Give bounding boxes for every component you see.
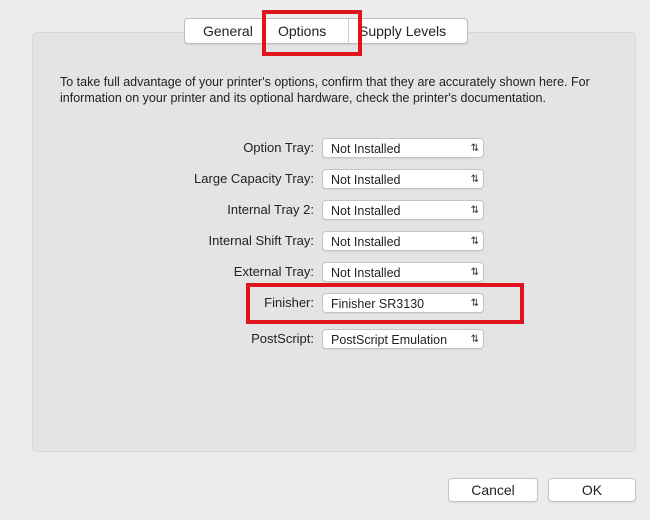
tab-supply-levels[interactable]: Supply Levels: [349, 19, 467, 43]
up-down-chevron-icon: ⇅: [470, 267, 479, 278]
large-capacity-tray-value: Not Installed: [331, 173, 401, 187]
cancel-button[interactable]: Cancel: [448, 478, 538, 502]
large-capacity-tray-label: Large Capacity Tray:: [194, 171, 314, 186]
up-down-chevron-icon: ⇅: [470, 205, 479, 216]
external-tray-select[interactable]: Not Installed ⇅: [322, 262, 484, 282]
up-down-chevron-icon: ⇅: [470, 143, 479, 154]
option-tray-select[interactable]: Not Installed ⇅: [322, 138, 484, 158]
internal-shift-tray-label: Internal Shift Tray:: [208, 233, 315, 248]
up-down-chevron-icon: ⇅: [470, 298, 479, 309]
postscript-value: PostScript Emulation: [331, 333, 448, 347]
up-down-chevron-icon: ⇅: [470, 174, 479, 185]
internal-shift-tray-value: Not Installed: [331, 235, 401, 249]
finisher-select[interactable]: Finisher SR3130 ⇅: [322, 293, 484, 313]
option-tray-value: Not Installed: [331, 142, 401, 156]
internal-tray-2-select[interactable]: Not Installed ⇅: [322, 200, 484, 220]
tab-bar: General Options Supply Levels: [184, 18, 468, 44]
ok-button[interactable]: OK: [548, 478, 636, 502]
internal-tray-2-label: Internal Tray 2:: [227, 202, 314, 217]
finisher-label: Finisher:: [264, 295, 314, 310]
postscript-select[interactable]: PostScript Emulation ⇅: [322, 329, 484, 349]
large-capacity-tray-select[interactable]: Not Installed ⇅: [322, 169, 484, 189]
tab-general[interactable]: General: [185, 19, 264, 43]
tab-options[interactable]: Options: [264, 19, 349, 43]
internal-shift-tray-select[interactable]: Not Installed ⇅: [322, 231, 484, 251]
options-description: To take full advantage of your printer's…: [60, 75, 590, 105]
external-tray-value: Not Installed: [331, 266, 401, 280]
up-down-chevron-icon: ⇅: [470, 334, 479, 345]
internal-tray-2-value: Not Installed: [331, 204, 401, 218]
finisher-value: Finisher SR3130: [331, 297, 425, 311]
external-tray-label: External Tray:: [233, 264, 314, 279]
postscript-label: PostScript:: [251, 331, 314, 346]
up-down-chevron-icon: ⇅: [470, 236, 479, 247]
option-tray-label: Option Tray:: [243, 140, 314, 155]
printer-options-window: General Options Supply Levels To take fu…: [0, 0, 650, 520]
